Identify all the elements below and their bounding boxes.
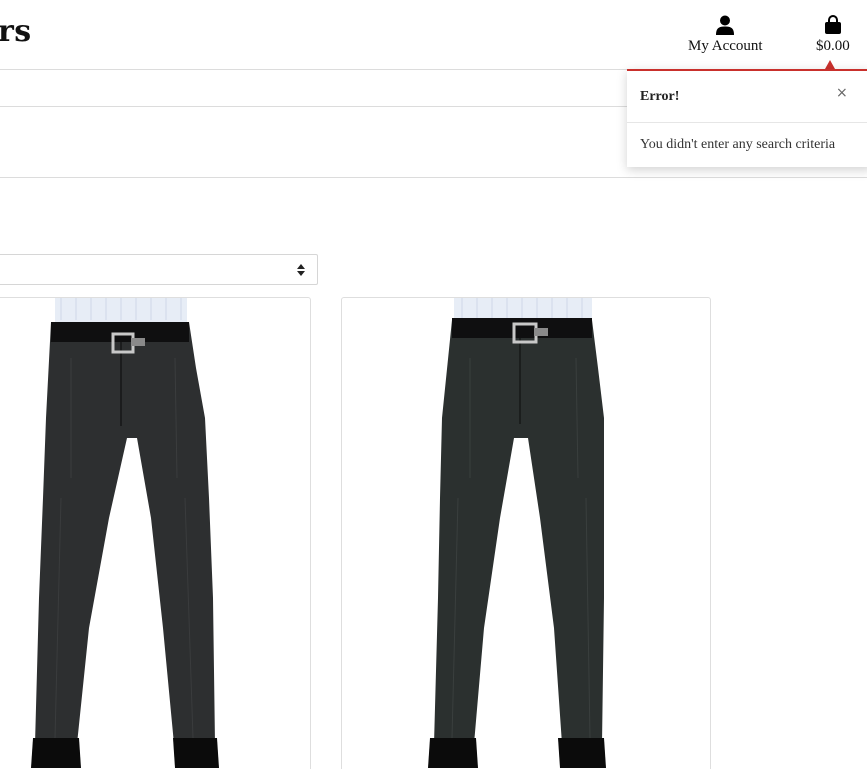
- toast-pointer: [825, 60, 835, 69]
- user-icon: [716, 15, 735, 35]
- sort-caret-icon: [297, 264, 305, 276]
- sort-select[interactable]: [0, 254, 318, 285]
- my-account-label: My Account: [688, 38, 763, 54]
- my-account-link[interactable]: My Account: [688, 15, 763, 55]
- error-toast: Error! × You didn't enter any search cri…: [627, 69, 867, 167]
- section-divider: [0, 177, 867, 178]
- product-image: [31, 298, 219, 768]
- toast-message: You didn't enter any search criteria: [640, 137, 836, 152]
- product-card[interactable]: [0, 297, 311, 769]
- product-image: [428, 298, 606, 768]
- product-card[interactable]: [341, 297, 711, 769]
- shopping-bag-icon: [824, 15, 841, 34]
- toast-title: Error!: [640, 89, 680, 104]
- site-logo-text[interactable]: rs: [0, 14, 32, 49]
- toast-header: Error! ×: [627, 71, 867, 123]
- cart-link[interactable]: $0.00: [816, 15, 850, 55]
- cart-total: $0.00: [816, 38, 850, 54]
- close-icon[interactable]: ×: [836, 85, 848, 101]
